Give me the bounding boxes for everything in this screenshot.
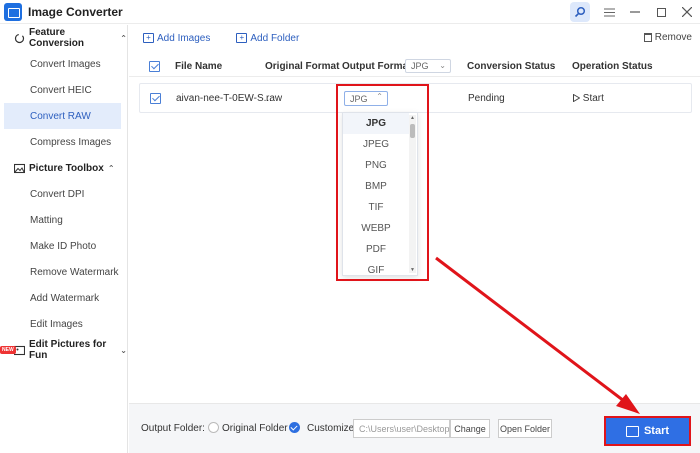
header-output-format: Output Format — [342, 61, 412, 72]
table-header: File Name Original Format Output Format … — [129, 55, 700, 77]
header-conversion-status: Conversion Status — [467, 61, 556, 72]
open-folder-button[interactable]: Open Folder — [498, 419, 552, 438]
chevron-up-icon: ⌃ — [107, 163, 115, 173]
chevron-up-icon: ⌃ — [120, 33, 127, 43]
sidebar-item-convert-raw[interactable]: Convert RAW — [4, 103, 121, 129]
remove-label: Remove — [654, 32, 692, 43]
row-start-button[interactable]: Start — [573, 93, 604, 104]
sidebar-item-convert-images[interactable]: Convert Images — [0, 51, 127, 77]
start-highlight-box — [604, 416, 691, 446]
maximize-icon[interactable] — [648, 0, 674, 24]
sidebar-group-feature-conversion[interactable]: Feature Conversion ⌃ — [0, 25, 127, 51]
refresh-icon — [14, 33, 25, 44]
main-panel: + Add Images + Add Folder Remove File Na… — [129, 25, 700, 453]
original-folder-label: Original Folder — [222, 423, 288, 434]
sidebar-item-edit-images[interactable]: Edit Images — [0, 311, 127, 337]
dropdown-highlight-box — [336, 84, 429, 281]
sidebar-group-edit-pictures-for-fun[interactable]: NEW Edit Pictures for Fun ⌄ — [0, 337, 127, 363]
sidebar-group-picture-toolbox[interactable]: Picture Toolbox ⌃ — [0, 155, 127, 181]
sidebar-group-label: Feature Conversion — [29, 27, 85, 49]
select-all-checkbox[interactable] — [149, 61, 160, 72]
sidebar-item-convert-dpi[interactable]: Convert DPI — [0, 181, 127, 207]
sidebar-item-convert-heic[interactable]: Convert HEIC — [0, 77, 127, 103]
output-path-input[interactable] — [353, 419, 450, 438]
customize-radio[interactable] — [289, 422, 300, 433]
window-controls — [570, 0, 700, 24]
bottom-bar: Output Folder: Original Folder Customize… — [129, 403, 700, 453]
add-images-button[interactable]: + Add Images — [143, 33, 210, 44]
search-icon[interactable] — [570, 2, 590, 22]
sidebar-item-add-watermark[interactable]: Add Watermark — [0, 285, 127, 311]
add-icon: + — [143, 33, 154, 43]
minimize-icon[interactable] — [622, 0, 648, 24]
sidebar-group-label: Picture Toolbox — [29, 162, 104, 174]
new-badge: NEW — [0, 346, 16, 354]
global-output-format-value: JPG — [411, 61, 429, 71]
header-original-format: Original Format — [265, 61, 340, 72]
add-folder-icon: + — [236, 33, 248, 43]
title-bar: Image Converter — [0, 0, 700, 24]
change-button[interactable]: Change — [450, 419, 490, 438]
sidebar-item-compress-images[interactable]: Compress Images — [0, 129, 127, 155]
sidebar-item-make-id-photo[interactable]: Make ID Photo — [0, 233, 127, 259]
picture-icon — [14, 163, 25, 174]
sidebar-group-label: Edit Pictures for Fun — [29, 339, 107, 361]
trash-icon — [643, 33, 652, 42]
chevron-down-icon: ⌄ — [439, 61, 446, 70]
remove-button[interactable]: Remove — [643, 32, 692, 43]
close-icon[interactable] — [674, 0, 700, 24]
add-folder-label: Add Folder — [250, 32, 300, 44]
row-conversion-status: Pending — [468, 93, 505, 104]
original-folder-radio[interactable] — [208, 422, 219, 433]
menu-icon[interactable] — [596, 0, 622, 24]
sidebar-item-remove-watermark[interactable]: Remove Watermark — [0, 259, 127, 285]
play-icon — [573, 93, 581, 103]
sidebar: Feature Conversion ⌃ Convert Images Conv… — [0, 25, 128, 453]
app-title: Image Converter — [28, 4, 123, 19]
add-folder-button[interactable]: + Add Folder — [236, 33, 299, 44]
row-file-name: aivan-nee-T-0EW-S... — [176, 93, 272, 104]
header-file-name: File Name — [175, 61, 223, 72]
chevron-down-icon: ⌄ — [120, 345, 127, 355]
header-operation-status: Operation Status — [572, 61, 653, 72]
app-logo-icon — [4, 2, 22, 21]
row-start-label: Start — [582, 93, 604, 104]
sidebar-item-matting[interactable]: Matting — [0, 207, 127, 233]
customize-label: Customize — [307, 423, 355, 434]
row-original-format: raw — [266, 93, 283, 104]
output-folder-label: Output Folder: — [141, 423, 205, 434]
global-output-format-select[interactable]: JPG ⌄ — [405, 59, 451, 73]
row-checkbox[interactable] — [150, 93, 161, 104]
toolbar: + Add Images + Add Folder Remove — [129, 25, 700, 51]
add-images-label: Add Images — [157, 32, 211, 44]
